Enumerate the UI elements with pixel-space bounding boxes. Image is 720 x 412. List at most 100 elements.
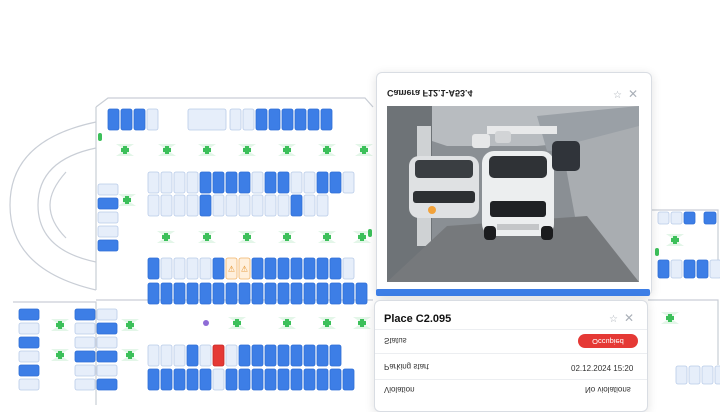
parking-space[interactable] [290,368,303,391]
parking-space[interactable] [316,344,329,367]
camera-marker-icon[interactable] [278,144,296,156]
parking-space[interactable] [688,365,701,385]
parking-space[interactable] [290,282,303,305]
camera-marker-icon[interactable] [278,317,296,329]
parking-space[interactable] [96,364,118,377]
parking-space[interactable] [186,171,199,194]
parking-space[interactable] [264,368,277,391]
parking-space[interactable] [160,344,173,367]
parking-space[interactable] [290,194,303,217]
parking-space[interactable] [212,368,225,391]
parking-space[interactable] [238,344,251,367]
parking-space[interactable] [225,344,238,367]
parking-space[interactable] [277,282,290,305]
parking-space[interactable] [277,368,290,391]
parking-space[interactable] [264,194,277,217]
parking-space[interactable] [199,344,212,367]
camera-marker-icon[interactable] [198,144,216,156]
parking-space[interactable] [251,257,264,280]
parking-space[interactable] [120,108,133,131]
close-icon[interactable]: ✕ [624,312,634,324]
parking-space[interactable] [277,171,290,194]
parking-space[interactable] [316,257,329,280]
parking-space[interactable] [173,194,186,217]
parking-space[interactable] [147,344,160,367]
parking-space[interactable] [212,194,225,217]
camera-marker-icon[interactable] [121,349,139,361]
parking-space[interactable] [290,171,303,194]
parking-space[interactable] [342,368,355,391]
parking-space[interactable] [74,322,96,335]
parking-space[interactable] [290,257,303,280]
parking-space[interactable] [97,239,119,252]
parking-space[interactable] [160,194,173,217]
close-icon[interactable]: ✕ [628,88,638,100]
parking-space[interactable] [290,344,303,367]
parking-space[interactable] [199,257,212,280]
parking-space[interactable] [173,282,186,305]
parking-space[interactable] [251,194,264,217]
parking-space[interactable] [160,171,173,194]
parking-space[interactable] [657,259,670,279]
camera-marker-icon[interactable] [158,144,176,156]
parking-space[interactable] [329,368,342,391]
parking-space[interactable] [303,344,316,367]
parking-space[interactable] [316,282,329,305]
parking-space[interactable] [303,368,316,391]
parking-space[interactable] [342,282,355,305]
pin-icon[interactable]: ☆ [613,91,622,101]
parking-space[interactable] [683,259,696,279]
parking-space[interactable] [18,378,40,391]
parking-space[interactable] [251,368,264,391]
parking-space[interactable] [329,257,342,280]
parking-space[interactable] [96,378,118,391]
parking-space[interactable] [160,368,173,391]
camera-marker-icon[interactable] [238,144,256,156]
parking-space[interactable] [329,171,342,194]
parking-space[interactable] [74,336,96,349]
camera-resize-handle[interactable] [376,289,650,296]
parking-space[interactable] [316,368,329,391]
parking-space[interactable] [96,350,118,363]
parking-space[interactable] [255,108,268,131]
camera-marker-icon[interactable] [278,231,296,243]
parking-space[interactable] [18,364,40,377]
camera-marker-icon[interactable] [666,234,684,246]
parking-space[interactable] [173,257,186,280]
parking-space[interactable] [238,194,251,217]
parking-space[interactable] [242,108,255,131]
parking-space[interactable] [160,257,173,280]
parking-space[interactable] [281,108,294,131]
parking-space[interactable] [173,344,186,367]
parking-space[interactable] [186,257,199,280]
camera-marker-icon[interactable] [228,317,246,329]
parking-space[interactable] [186,344,199,367]
parking-space[interactable] [18,350,40,363]
parking-space-selected[interactable] [212,344,225,367]
camera-marker-icon[interactable] [661,312,679,324]
parking-space[interactable] [173,368,186,391]
parking-space[interactable] [97,197,119,210]
parking-space[interactable] [277,344,290,367]
parking-space[interactable] [696,259,709,279]
parking-space[interactable] [303,282,316,305]
camera-marker-icon[interactable] [157,231,175,243]
parking-space[interactable] [675,365,688,385]
parking-space[interactable] [264,282,277,305]
parking-space[interactable] [251,282,264,305]
parking-space[interactable] [303,257,316,280]
parking-space[interactable] [251,344,264,367]
parking-space[interactable] [74,350,96,363]
selected-camera-icon[interactable] [203,320,209,326]
parking-space[interactable] [97,225,119,238]
parking-space[interactable] [657,211,670,225]
parking-space[interactable] [264,171,277,194]
parking-space[interactable] [670,259,683,279]
parking-space[interactable] [355,282,368,305]
parking-space[interactable] [225,194,238,217]
parking-space[interactable] [97,183,119,196]
parking-space[interactable] [133,108,146,131]
camera-marker-icon[interactable] [118,194,136,206]
parking-space[interactable] [238,282,251,305]
camera-marker-icon[interactable] [121,319,139,331]
